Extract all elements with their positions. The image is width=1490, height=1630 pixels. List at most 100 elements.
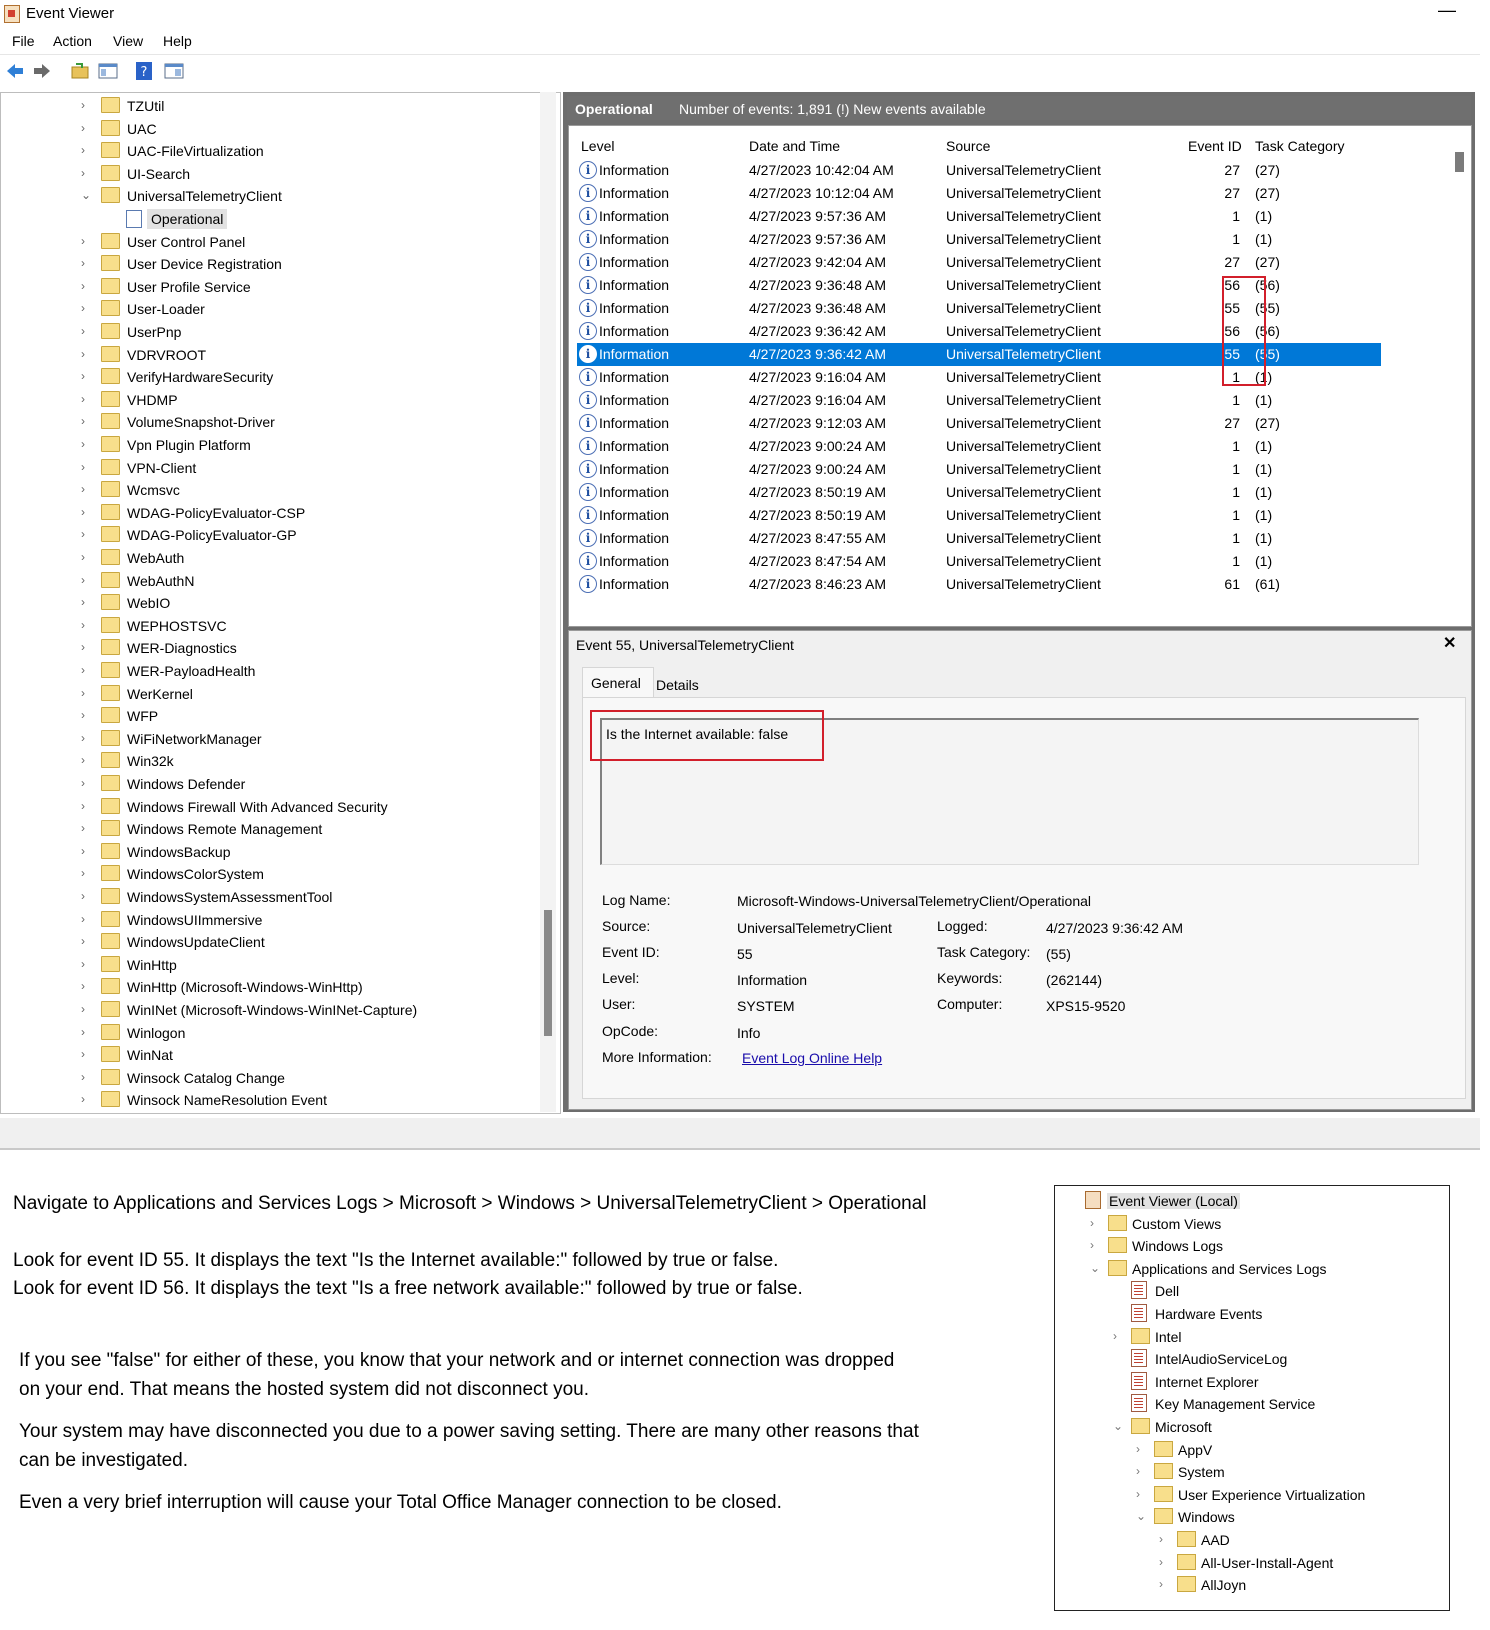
event-row[interactable]: i Information 4/27/2023 8:47:55 AM Universa… — [577, 527, 1381, 550]
chevron-right-icon[interactable]: › — [1090, 1216, 1094, 1230]
chevron-right-icon[interactable]: › — [1090, 1238, 1094, 1252]
tree-item-operational[interactable]: Operational — [1, 208, 541, 230]
forward-arrow-icon[interactable] — [32, 61, 52, 81]
back-arrow-icon[interactable] — [5, 61, 25, 81]
tree-item-wephostsvc[interactable]: › WEPHOSTSVC — [1, 615, 541, 637]
tree-item-windows-firewall-with-advanced-security[interactable]: › Windows Firewall With Advanced Security — [1, 796, 541, 818]
chevron-right-icon[interactable]: › — [81, 1002, 85, 1016]
chevron-right-icon[interactable]: › — [81, 301, 85, 315]
tree-item-win32k[interactable]: › Win32k — [1, 750, 541, 772]
chevron-right-icon[interactable]: › — [81, 889, 85, 903]
tree-item-windowscolorsystem[interactable]: › WindowsColorSystem — [1, 863, 541, 885]
tree-item-wer-payloadhealth[interactable]: › WER-PayloadHealth — [1, 660, 541, 682]
tree-item-vpn-plugin-platform[interactable]: › Vpn Plugin Platform — [1, 434, 541, 456]
chevron-right-icon[interactable]: › — [81, 121, 85, 135]
tree-item-windows-remote-management[interactable]: › Windows Remote Management — [1, 818, 541, 840]
nav-tree-item-event-viewer-local[interactable]: Event Viewer (Local) — [1055, 1190, 1447, 1212]
nav-tree-item-user-experience-virtualization[interactable]: › User Experience Virtualization — [1055, 1484, 1447, 1506]
chevron-right-icon[interactable]: › — [81, 527, 85, 541]
chevron-right-icon[interactable]: › — [81, 957, 85, 971]
tree-item-webauthn[interactable]: › WebAuthN — [1, 570, 541, 592]
event-row[interactable]: i Information 4/27/2023 8:50:19 AM Universa… — [577, 504, 1381, 527]
chevron-right-icon[interactable]: › — [81, 256, 85, 270]
chevron-right-icon[interactable]: › — [81, 392, 85, 406]
tree-item-wdag-policyevaluator-csp[interactable]: › WDAG-PolicyEvaluator-CSP — [1, 502, 541, 524]
event-row[interactable]: i Information 4/27/2023 9:00:24 AM Universa… — [577, 458, 1381, 481]
event-row[interactable]: i Information 4/27/2023 9:42:04 AM Universa… — [577, 251, 1381, 274]
chevron-right-icon[interactable]: › — [81, 912, 85, 926]
chevron-right-icon[interactable]: › — [81, 234, 85, 248]
chevron-right-icon[interactable]: › — [81, 934, 85, 948]
chevron-right-icon[interactable]: › — [81, 595, 85, 609]
event-row[interactable]: i Information 4/27/2023 8:46:23 AM Universa… — [577, 573, 1381, 596]
chevron-right-icon[interactable]: › — [1136, 1464, 1140, 1478]
chevron-right-icon[interactable]: › — [81, 482, 85, 496]
tree-item-werkernel[interactable]: › WerKernel — [1, 683, 541, 705]
tree-item-wifinetworkmanager[interactable]: › WiFiNetworkManager — [1, 728, 541, 750]
tree-item-user-device-registration[interactable]: › User Device Registration — [1, 253, 541, 275]
tree-item-wcmsvc[interactable]: › Wcmsvc — [1, 479, 541, 501]
tree-item-tzutil[interactable]: › TZUtil — [1, 95, 541, 117]
chevron-down-icon[interactable]: ⌄ — [81, 188, 91, 202]
event-row[interactable]: i Information 4/27/2023 9:16:04 AM Universa… — [577, 389, 1381, 412]
chevron-right-icon[interactable]: › — [81, 708, 85, 722]
nav-tree-item-all-user-install-agent[interactable]: › All-User-Install-Agent — [1055, 1552, 1447, 1574]
event-row[interactable]: i Information 4/27/2023 10:12:04 AM Univers… — [577, 182, 1381, 205]
nav-tree-item-hardware-events[interactable]: Hardware Events — [1055, 1303, 1447, 1325]
chevron-right-icon[interactable]: › — [81, 979, 85, 993]
chevron-right-icon[interactable]: › — [81, 618, 85, 632]
event-row[interactable]: i Information 4/27/2023 9:12:03 AM Universa… — [577, 412, 1381, 435]
chevron-right-icon[interactable]: › — [81, 1092, 85, 1106]
tree-item-user-loader[interactable]: › User-Loader — [1, 298, 541, 320]
tree-item-volumesnapshot-driver[interactable]: › VolumeSnapshot-Driver — [1, 411, 541, 433]
tree-item-windowsupdateclient[interactable]: › WindowsUpdateClient — [1, 931, 541, 953]
event-list-scrollbar-thumb[interactable] — [1455, 152, 1464, 172]
column-header-event-id[interactable]: Event ID — [1188, 138, 1242, 154]
chevron-right-icon[interactable]: › — [81, 573, 85, 587]
menu-action[interactable]: Action — [53, 33, 92, 49]
action-pane-icon[interactable] — [164, 61, 184, 81]
tree-scrollbar-thumb[interactable] — [544, 910, 552, 1036]
chevron-down-icon[interactable]: ⌄ — [1090, 1261, 1100, 1275]
chevron-right-icon[interactable]: › — [81, 686, 85, 700]
column-header-date-time[interactable]: Date and Time — [749, 138, 840, 154]
tree-item-winnat[interactable]: › WinNat — [1, 1044, 541, 1066]
nav-tree-item-custom-views[interactable]: › Custom Views — [1055, 1213, 1447, 1235]
nav-tree-item-aad[interactable]: › AAD — [1055, 1529, 1447, 1551]
event-log-online-help-link[interactable]: Event Log Online Help — [742, 1050, 882, 1066]
tree-item-vpn-client[interactable]: › VPN-Client — [1, 457, 541, 479]
chevron-right-icon[interactable]: › — [81, 640, 85, 654]
column-header-level[interactable]: Level — [581, 138, 614, 154]
chevron-down-icon[interactable]: ⌄ — [1113, 1419, 1123, 1433]
tree-item-uac[interactable]: › UAC — [1, 118, 541, 140]
chevron-right-icon[interactable]: › — [81, 663, 85, 677]
chevron-down-icon[interactable]: ⌄ — [1136, 1509, 1146, 1523]
minimize-button[interactable]: — — [1438, 0, 1456, 21]
chevron-right-icon[interactable]: › — [1113, 1329, 1117, 1343]
menu-file[interactable]: File — [12, 33, 35, 49]
tree-item-wfp[interactable]: › WFP — [1, 705, 541, 727]
tab-general[interactable]: General — [582, 667, 654, 698]
console-tree-icon[interactable] — [98, 61, 118, 81]
tree-item-verifyhardwaresecurity[interactable]: › VerifyHardwareSecurity — [1, 366, 541, 388]
tree-item-wdag-policyevaluator-gp[interactable]: › WDAG-PolicyEvaluator-GP — [1, 524, 541, 546]
nav-tree-item-intel[interactable]: › Intel — [1055, 1326, 1447, 1348]
nav-tree-item-windows-logs[interactable]: › Windows Logs — [1055, 1235, 1447, 1257]
tree-item-webio[interactable]: › WebIO — [1, 592, 541, 614]
nav-tree-item-alljoyn[interactable]: › AllJoyn — [1055, 1574, 1447, 1596]
chevron-right-icon[interactable]: › — [1159, 1577, 1163, 1591]
tree-item-universaltelemetryclient[interactable]: ⌄ UniversalTelemetryClient — [1, 185, 541, 207]
chevron-right-icon[interactable]: › — [81, 460, 85, 474]
chevron-right-icon[interactable]: › — [81, 821, 85, 835]
event-row[interactable]: i Information 4/27/2023 8:50:19 AM Universa… — [577, 481, 1381, 504]
nav-tree-item-appv[interactable]: › AppV — [1055, 1439, 1447, 1461]
event-list-scrollbar[interactable] — [1448, 125, 1468, 625]
chevron-right-icon[interactable]: › — [81, 1070, 85, 1084]
chevron-right-icon[interactable]: › — [81, 753, 85, 767]
chevron-right-icon[interactable]: › — [81, 279, 85, 293]
nav-tree-item-windows[interactable]: ⌄ Windows — [1055, 1506, 1447, 1528]
tree-item-wininet-microsoft-windows-wininet-capture[interactable]: › WinINet (Microsoft-Windows-WinINet-Capt… — [1, 999, 541, 1021]
chevron-right-icon[interactable]: › — [81, 1025, 85, 1039]
nav-tree-item-microsoft[interactable]: ⌄ Microsoft — [1055, 1416, 1447, 1438]
tree-item-user-control-panel[interactable]: › User Control Panel — [1, 231, 541, 253]
